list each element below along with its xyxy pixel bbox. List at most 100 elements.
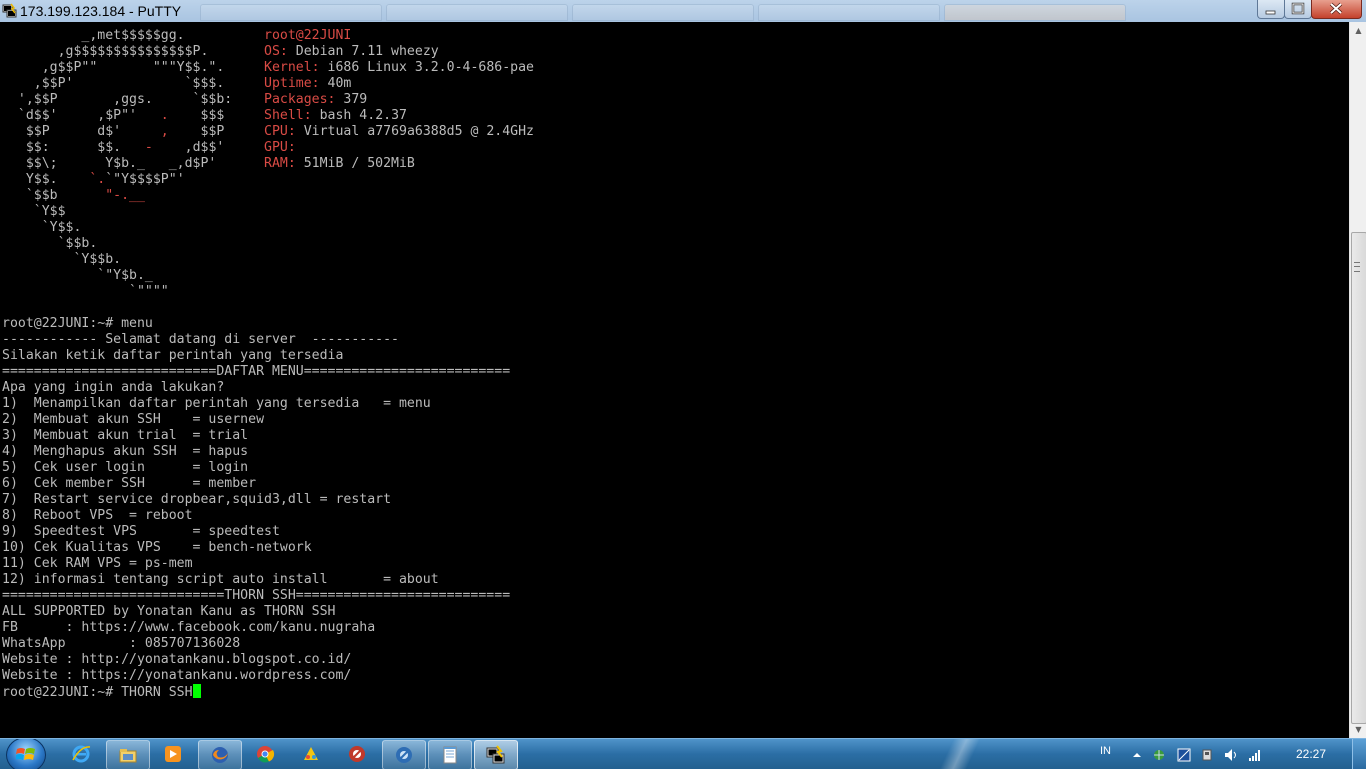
terminal-text: ------------ Selamat datang di server --… bbox=[2, 332, 399, 347]
terminal-text: 4) Menghapus akun SSH = hapus bbox=[2, 444, 249, 459]
terminal-line: `Y$$ bbox=[2, 204, 66, 220]
usb-device-tray-icon[interactable] bbox=[1200, 747, 1214, 761]
scroll-down-icon[interactable]: ▼ bbox=[1350, 721, 1366, 738]
app-red-icon[interactable] bbox=[336, 740, 378, 768]
media-player-icon[interactable] bbox=[152, 740, 194, 768]
terminal-text: `$$b. bbox=[2, 236, 98, 251]
firefox-icon[interactable] bbox=[198, 740, 242, 769]
show-hidden-icons-arrow-icon[interactable] bbox=[1130, 747, 1144, 761]
minimize-button[interactable] bbox=[1257, 0, 1285, 19]
terminal-scrollbar[interactable]: ▲ ▼ bbox=[1349, 22, 1366, 738]
terminal-text: `Y$$ bbox=[2, 204, 66, 219]
terminal-line: ------------ Selamat datang di server --… bbox=[2, 332, 399, 348]
internet-explorer-icon[interactable] bbox=[60, 740, 102, 768]
terminal-text: Website : https://yonatankanu.wordpress.… bbox=[2, 668, 352, 683]
terminal-line: root@22JUNI:~# THORN SSH bbox=[2, 684, 201, 700]
terminal-line: 5) Cek user login = login bbox=[2, 460, 248, 476]
scroll-up-icon[interactable]: ▲ bbox=[1350, 22, 1366, 39]
terminal-text: 10) Cek Kualitas VPS = bench-network bbox=[2, 540, 312, 555]
terminal-text: root@22JUNI:~# menu bbox=[2, 316, 153, 331]
terminal-text: 11) Cek RAM VPS = ps-mem bbox=[2, 556, 193, 571]
terminal-text-red: root@22JUNI bbox=[264, 28, 352, 43]
app-blue-icon[interactable] bbox=[382, 740, 426, 769]
terminal-text: 1) Menampilkan daftar perintah yang ters… bbox=[2, 396, 431, 411]
scrollbar-grip-icon bbox=[1354, 262, 1360, 272]
file-explorer-icon[interactable] bbox=[106, 740, 150, 769]
terminal-text: ,g$$P"" """Y$$.". bbox=[2, 60, 265, 75]
terminal-line: 1) Menampilkan daftar perintah yang ters… bbox=[2, 396, 431, 412]
terminal-text-red: , bbox=[160, 124, 169, 139]
terminal-line: FB : https://www.facebook.com/kanu.nugra… bbox=[2, 620, 375, 636]
taskbar: IN 22:27 bbox=[0, 738, 1366, 769]
terminal-text: Debian 7.11 wheezy bbox=[287, 44, 439, 59]
terminal-line: ',$$P ,ggs. `$$b: Packages: 379 bbox=[2, 92, 367, 108]
terminal-line: ALL SUPPORTED by Yonatan Kanu as THORN S… bbox=[2, 604, 335, 620]
language-indicator[interactable]: IN bbox=[1100, 745, 1111, 757]
terminal-line: 6) Cek member SSH = member bbox=[2, 476, 256, 492]
terminal-line: Website : https://yonatankanu.wordpress.… bbox=[2, 668, 351, 684]
terminal-text: 12) informasi tentang script auto instal… bbox=[2, 572, 439, 587]
terminal-text: Apa yang ingin anda lakukan? bbox=[2, 380, 225, 395]
window-title: 173.199.123.184 - PuTTY bbox=[20, 3, 182, 19]
taskbar-clock[interactable]: 22:27 bbox=[1296, 747, 1326, 761]
terminal-text: i686 Linux 3.2.0-4-686-pae bbox=[319, 60, 534, 75]
terminal-line: WhatsApp : 085707136028 bbox=[2, 636, 240, 652]
window-titlebar[interactable]: 173.199.123.184 - PuTTY bbox=[0, 0, 1366, 23]
terminal-text: `"Y$b._ bbox=[2, 268, 153, 283]
putty-taskbar-icon[interactable] bbox=[474, 740, 518, 769]
terminal-text-red: Packages: bbox=[264, 92, 336, 107]
terminal-text: 40m bbox=[319, 76, 352, 91]
terminal-line: `$$b. bbox=[2, 236, 98, 252]
terminal-line: 4) Menghapus akun SSH = hapus bbox=[2, 444, 248, 460]
terminal-text-red: Kernel: bbox=[264, 60, 320, 75]
windows-start-orb[interactable] bbox=[6, 739, 46, 769]
signal-strength-icon[interactable] bbox=[1248, 747, 1262, 761]
terminal-text: 51MiB / 502MiB bbox=[295, 156, 415, 171]
terminal-text-red: `. bbox=[89, 172, 106, 187]
terminal-line: ,g$$P"" """Y$$.". Kernel: i686 Linux 3.2… bbox=[2, 60, 534, 76]
putty-app-icon[interactable] bbox=[2, 3, 17, 18]
terminal-line: ,$$P' `$$$. Uptime: 40m bbox=[2, 76, 352, 92]
terminal-text: Silakan ketik daftar perintah yang terse… bbox=[2, 348, 344, 363]
volume-icon[interactable] bbox=[1224, 747, 1238, 761]
terminal-text: root@22JUNI:~# THORN SSH bbox=[2, 685, 193, 700]
terminal-text: `Y$$b. bbox=[2, 252, 122, 267]
terminal-text: ===========================DAFTAR MENU==… bbox=[2, 364, 511, 379]
terminal-text: 5) Cek user login = login bbox=[2, 460, 249, 475]
maximize-button[interactable] bbox=[1284, 0, 1312, 19]
terminal-line: root@22JUNI:~# menu bbox=[2, 316, 153, 332]
terminal-text: 2) Membuat akun SSH = usernew bbox=[2, 412, 265, 427]
scrollbar-thumb[interactable] bbox=[1351, 232, 1366, 724]
terminal-text-red: CPU: bbox=[264, 124, 296, 139]
terminal-line: Website : http://yonatankanu.blogspot.co… bbox=[2, 652, 351, 668]
terminal-line: Y$$. `.`"Y$$$$P"' bbox=[2, 172, 185, 188]
terminal-line: Silakan ketik daftar perintah yang terse… bbox=[2, 348, 343, 364]
terminal-line: $$\; Y$b._ _,d$P' RAM: 51MiB / 502MiB bbox=[2, 156, 415, 172]
network-tray-icon[interactable] bbox=[1152, 747, 1166, 761]
terminal-line: ,g$$$$$$$$$$$$$$$P. OS: Debian 7.11 whee… bbox=[2, 44, 439, 60]
terminal-text: $$\; Y$b._ _,d$P' bbox=[2, 156, 265, 171]
close-button[interactable] bbox=[1311, 0, 1362, 19]
terminal-text: bash 4.2.37 bbox=[311, 108, 407, 123]
notepad-icon[interactable] bbox=[428, 740, 472, 769]
terminal-text: `Y$$. bbox=[2, 220, 82, 235]
terminal-text: Website : http://yonatankanu.blogspot.co… bbox=[2, 652, 352, 667]
terminal-line: `$$b "-.__ bbox=[2, 188, 145, 204]
terminal-line: 11) Cek RAM VPS = ps-mem bbox=[2, 556, 193, 572]
terminal-text: Y$$. bbox=[2, 172, 90, 187]
background-browser-tabs bbox=[200, 4, 1126, 21]
monitor-tray-icon[interactable] bbox=[1177, 747, 1191, 762]
terminal-text-red: OS: bbox=[264, 44, 288, 59]
terminal-text: WhatsApp : 085707136028 bbox=[2, 636, 241, 651]
terminal-output[interactable]: _,met$$$$$gg. root@22JUNI ,g$$$$$$$$$$$$… bbox=[0, 22, 1349, 738]
terminal-line: 10) Cek Kualitas VPS = bench-network bbox=[2, 540, 312, 556]
show-desktop-button[interactable] bbox=[1352, 739, 1366, 769]
terminal-line: ============================THORN SSH===… bbox=[2, 588, 510, 604]
paint-icon[interactable] bbox=[290, 740, 332, 768]
terminal-line: `Y$$. bbox=[2, 220, 82, 236]
chrome-icon[interactable] bbox=[244, 740, 286, 768]
terminal-text: $$$ bbox=[168, 108, 265, 123]
terminal-line: `"Y$b._ bbox=[2, 268, 153, 284]
terminal-text: 3) Membuat akun trial = trial bbox=[2, 428, 249, 443]
terminal-line: 7) Restart service dropbear,squid3,dll =… bbox=[2, 492, 391, 508]
